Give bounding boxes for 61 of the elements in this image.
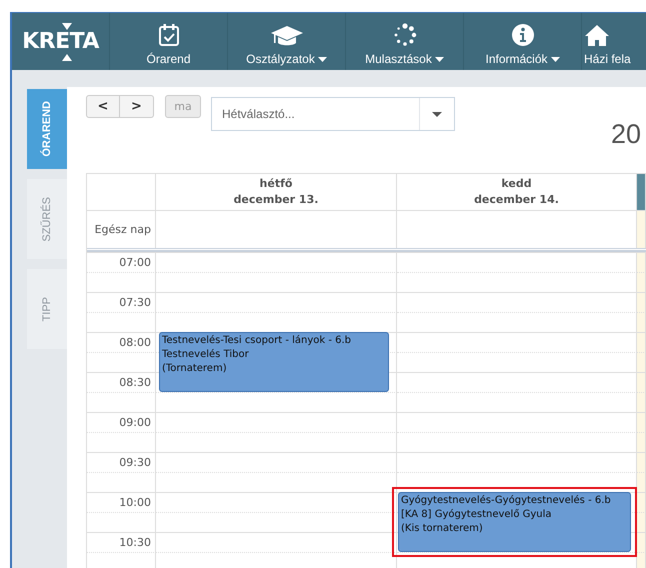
nav-label: Órarend [146,52,191,66]
caret-icon [434,56,444,62]
caret-icon [432,112,442,116]
nav-menu-item[interactable]: Osztályzatok [228,13,346,70]
time-label: 09:00 [119,416,151,429]
time-label: 10:00 [119,496,151,509]
calendar-slot [637,472,646,492]
nav-label: Házi fela [584,52,631,66]
calendar-slot [637,532,646,552]
day-date: december 13. [234,192,318,208]
next-button[interactable]: > [120,95,154,118]
dotted-circle-icon [392,23,416,47]
event-text: Gyógytestnevelés-Gyógytestnevelés - 6.b [KA 8] Gyógytestnevelő Gyula (Kis tornaterem) [401,494,612,536]
time-label: 10:30 [119,536,151,549]
calendar-slot [637,292,646,312]
nav-menu-item[interactable]: Mulasztások [346,13,464,70]
calendar-slot [637,352,646,372]
previous-button[interactable]: < [86,95,120,118]
info-icon [510,23,534,47]
lesson-event[interactable]: Testnevelés-Tesi csoport - lányok - 6.b Testnevelés Tibor (Tornaterem) [159,332,389,392]
calendar-title: 20 [611,119,642,150]
logo-text: KRETA [22,30,99,52]
calendar-slot [637,492,646,512]
calendar-slot [637,452,646,472]
day-date: december 14. [474,192,559,208]
calendar-slot [637,392,646,412]
calendar-slot [637,412,646,432]
calendar-slot [637,312,646,332]
time-label: 08:00 [119,336,151,349]
logo[interactable]: KRETA [12,13,110,70]
caret-icon [550,56,560,62]
calendar-slot [637,272,646,292]
time-label: 07:30 [119,296,151,309]
calendar-check-icon [158,23,180,47]
caret-icon [318,56,327,62]
all-day-label: Egész nap [94,223,151,236]
graduation-cap-icon [270,23,304,47]
week-picker-dropdown[interactable]: Hétválasztó... [211,97,455,131]
event-text: Testnevelés-Tesi csoport - lányok - 6.b Testnevelés Tibor (Tornaterem) [162,334,352,376]
lesson-event[interactable]: Gyógytestnevelés-Gyógytestnevelés - 6.b [KA 8] Gyógytestnevelő Gyula (Kis tornaterem) [398,492,631,552]
nav-label: Mulasztások [365,52,432,66]
time-label: 08:30 [119,376,151,389]
nav-label: Osztályzatok [246,52,315,66]
calendar-slot [637,552,646,568]
calendar-slot [637,332,646,352]
triangle-down-icon [62,22,72,30]
calendar-slot [637,372,646,392]
time-label: 07:00 [119,256,151,269]
triangle-up-icon [62,54,72,60]
nav-menu-item[interactable]: Órarend [110,13,228,70]
nav-menu-item[interactable]: Házi fela [582,13,642,70]
calendar-slot [637,512,646,532]
day-name: kedd [501,176,532,192]
day-name: hétfő [260,176,292,192]
calendar-slot [637,432,646,452]
nav-menu-item[interactable]: Információk [464,13,582,70]
calendar-slot [637,252,646,272]
time-label: 09:30 [119,456,151,469]
all-day-cell [637,211,646,248]
house-icon [584,23,610,47]
nav-label: Információk [485,52,548,66]
